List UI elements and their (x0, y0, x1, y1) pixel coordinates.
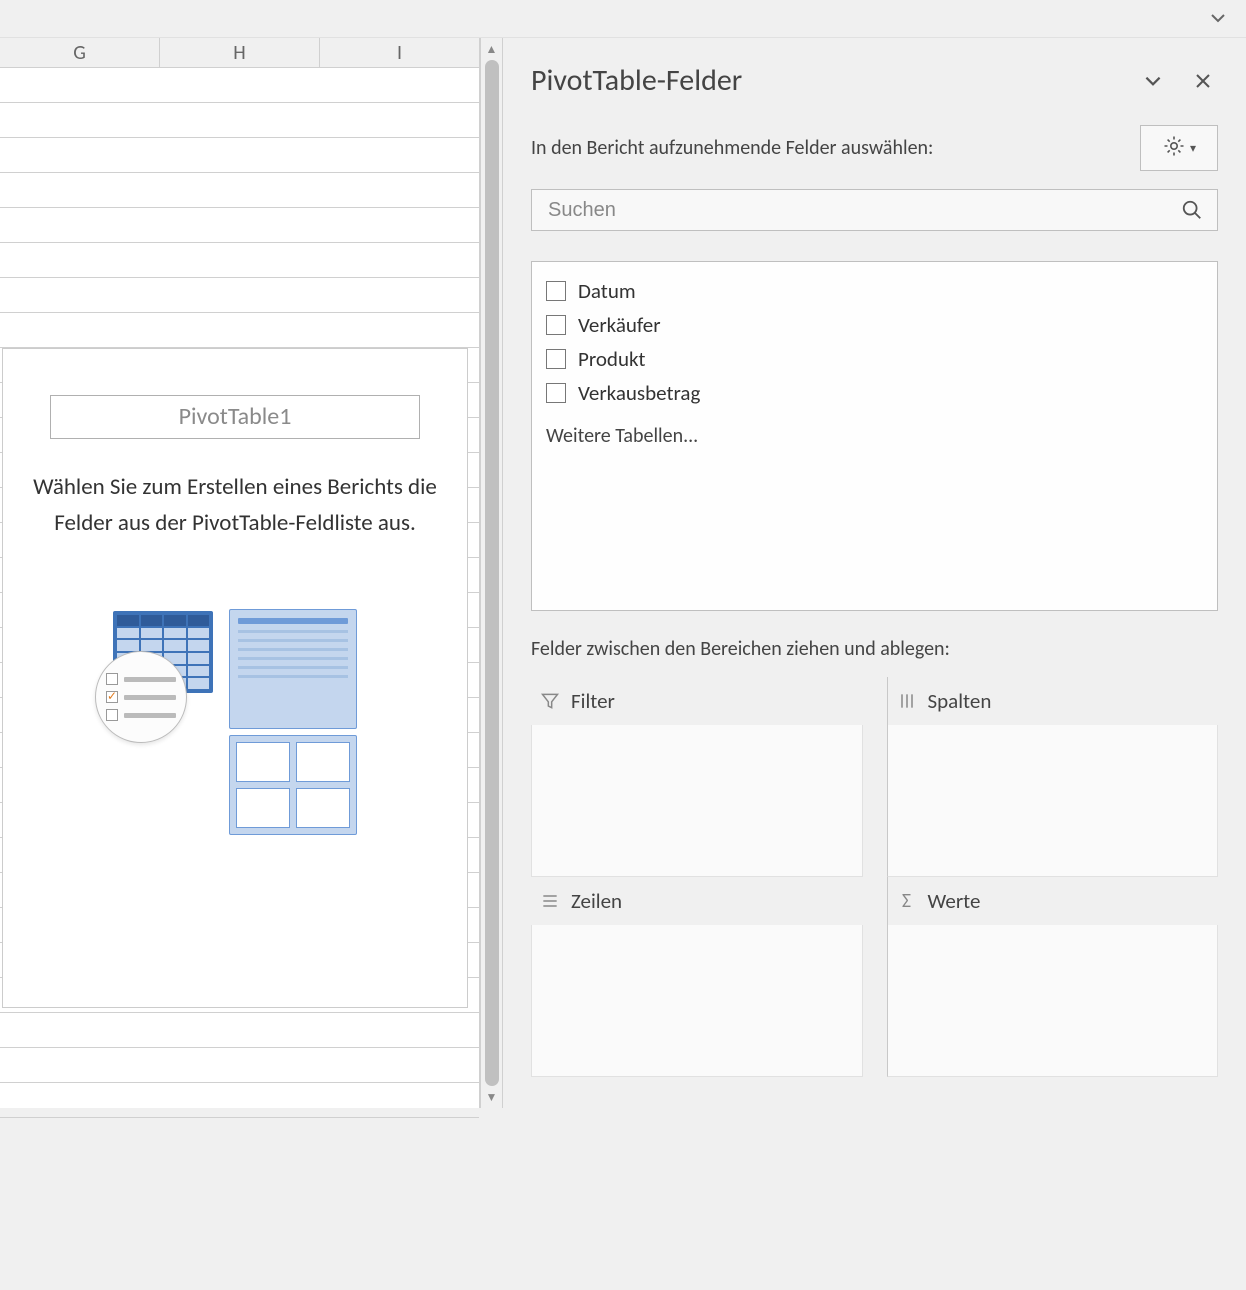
values-zone[interactable]: Σ Werte (875, 877, 1219, 1077)
columns-zone[interactable]: Spalten (875, 677, 1219, 877)
column-header[interactable]: G (0, 38, 160, 67)
pivottable-illustration (15, 609, 455, 837)
workspace: G H I PivotTable1 Wählen Sie zum Erstell… (0, 38, 1246, 1108)
more-tables-link[interactable]: Weitere Tabellen... (546, 424, 1203, 448)
scroll-thumb[interactable] (485, 60, 499, 1086)
sigma-icon: Σ (896, 890, 918, 912)
field-search[interactable] (531, 189, 1218, 231)
ribbon-strip (0, 0, 1246, 38)
zone-label: Werte (928, 888, 981, 914)
filter-zone[interactable]: Filter (531, 677, 875, 877)
available-fields-list[interactable]: Datum Verkäufer Produkt Verkausbetrag We… (531, 261, 1218, 611)
pane-title: PivotTable-Felder (531, 62, 1118, 99)
field-label: Datum (578, 278, 636, 304)
vertical-scrollbar[interactable]: ▲ ▼ (480, 38, 502, 1108)
drag-instruction: Felder zwischen den Bereichen ziehen und… (531, 637, 1218, 661)
pivottable-instruction: Wählen Sie zum Erstellen eines Berichts … (15, 469, 455, 541)
scroll-track[interactable] (485, 60, 499, 1086)
field-checkbox[interactable] (546, 349, 566, 369)
ribbon-collapse-button[interactable] (1206, 6, 1230, 30)
rows-icon (539, 890, 561, 912)
pane-settings-button[interactable]: ▾ (1140, 125, 1218, 171)
pivottable-placeholder[interactable]: PivotTable1 Wählen Sie zum Erstellen ein… (2, 348, 468, 1008)
field-item[interactable]: Verkausbetrag (546, 376, 1203, 410)
field-item[interactable]: Datum (546, 274, 1203, 308)
column-header[interactable]: I (320, 38, 480, 67)
scroll-down-arrow-icon[interactable]: ▼ (481, 1086, 503, 1108)
pane-header: PivotTable-Felder (531, 62, 1218, 99)
pane-subtitle: In den Bericht aufzunehmende Felder ausw… (531, 136, 1128, 160)
field-checkbox[interactable] (546, 281, 566, 301)
filter-icon (539, 690, 561, 712)
pane-close-button[interactable] (1188, 66, 1218, 96)
scroll-up-arrow-icon[interactable]: ▲ (481, 38, 503, 60)
field-checkbox[interactable] (546, 383, 566, 403)
field-label: Produkt (578, 346, 645, 372)
magnifier-icon (95, 651, 187, 743)
field-label: Verkäufer (578, 312, 661, 338)
zone-label: Zeilen (571, 888, 622, 914)
spreadsheet-area[interactable]: G H I PivotTable1 Wählen Sie zum Erstell… (0, 38, 480, 1108)
pivottable-fields-pane: PivotTable-Felder In den Bericht aufzune… (502, 38, 1246, 1108)
field-label: Verkausbetrag (578, 380, 700, 406)
column-header[interactable]: H (160, 38, 320, 67)
chevron-down-icon: ▾ (1190, 141, 1196, 156)
search-input[interactable] (546, 198, 1171, 223)
field-item[interactable]: Produkt (546, 342, 1203, 376)
window-root: G H I PivotTable1 Wählen Sie zum Erstell… (0, 0, 1246, 1108)
rows-zone[interactable]: Zeilen (531, 877, 875, 1077)
column-headers: G H I (0, 38, 480, 68)
field-checkbox[interactable] (546, 315, 566, 335)
zone-label: Spalten (928, 688, 992, 714)
gear-icon (1162, 134, 1186, 163)
drop-zones: Filter Spalten (531, 677, 1218, 1077)
columns-icon (896, 690, 918, 712)
pivottable-name-label: PivotTable1 (50, 395, 420, 439)
field-item[interactable]: Verkäufer (546, 308, 1203, 342)
zone-label: Filter (571, 688, 615, 714)
pane-collapse-button[interactable] (1138, 66, 1168, 96)
field-list-preview-icon (229, 609, 357, 837)
search-icon (1181, 199, 1203, 221)
